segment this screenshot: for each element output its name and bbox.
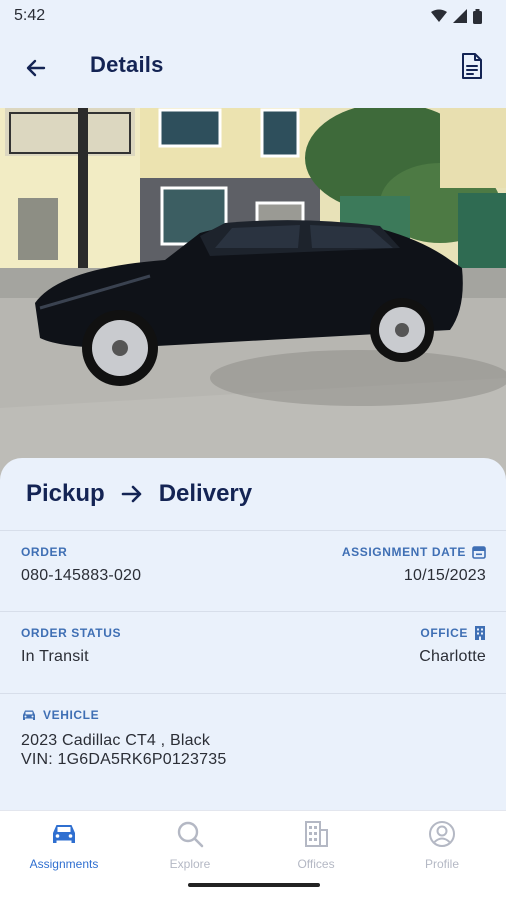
details-sheet: Pickup Delivery ORDER 080-145883-020 ASS… [0, 458, 506, 810]
order-status-value: In Transit [21, 648, 89, 665]
nav-item-profile[interactable]: Profile [379, 819, 505, 871]
assignment-date-label: ASSIGNMENT DATE [342, 545, 486, 559]
car-small-icon [23, 710, 35, 720]
building-icon [305, 821, 328, 847]
assignment-date-label-text: ASSIGNMENT DATE [341, 545, 466, 559]
route-header: Pickup Delivery [26, 480, 252, 508]
vehicle-label-text: VEHICLE [43, 708, 100, 722]
building-small-icon [475, 626, 485, 640]
vehicle-description: 2023 Cadillac CT4 , Black [21, 732, 211, 749]
status-bar: 5:42 [0, 0, 506, 32]
order-value: 080-145883-020 [21, 567, 142, 584]
office-label: OFFICE [419, 626, 486, 640]
order-status-label: ORDER STATUS [21, 626, 122, 640]
car-icon [53, 825, 75, 843]
nav-item-assignments[interactable]: Assignments [1, 819, 127, 871]
arrow-right-icon [121, 485, 142, 503]
home-indicator[interactable] [188, 883, 320, 887]
search-icon [177, 821, 204, 848]
nav-label-offices: Offices [297, 857, 335, 871]
signal-icon [453, 9, 467, 23]
nav-item-offices[interactable]: Offices [253, 819, 379, 871]
document-icon [462, 53, 482, 79]
nav-label-profile: Profile [424, 857, 459, 871]
nav-label-explore: Explore [169, 857, 211, 871]
order-row: ORDER 080-145883-020 ASSIGNMENT DATE 10/… [0, 530, 506, 611]
status-office-row: ORDER STATUS In Transit OFFICE Charlotte [0, 611, 506, 693]
back-button[interactable] [14, 46, 58, 90]
status-time: 5:42 [14, 7, 46, 24]
office-label-text: OFFICE [420, 626, 468, 640]
battery-icon [473, 8, 482, 24]
status-icons [431, 8, 482, 24]
document-button[interactable] [450, 44, 494, 88]
vehicle-label: VEHICLE [21, 708, 226, 722]
calendar-icon [472, 546, 486, 559]
vehicle-vin: VIN: 1G6DA5RK6P0123735 [21, 751, 227, 768]
assignment-date-value: 10/15/2023 [403, 567, 486, 584]
route-from: Pickup [26, 480, 105, 507]
profile-icon [429, 821, 455, 847]
wifi-icon [431, 9, 447, 22]
page-title: Details [90, 52, 164, 77]
vehicle-row: VEHICLE 2023 Cadillac CT4 , Black VIN: 1… [0, 693, 506, 810]
route-to: Delivery [158, 480, 253, 507]
vehicle-photo [0, 108, 506, 480]
nav-item-explore[interactable]: Explore [127, 819, 253, 871]
nav-label-assignments: Assignments [29, 857, 99, 871]
order-label: ORDER [21, 545, 68, 559]
app-bar: Details [0, 32, 506, 108]
office-value: Charlotte [419, 648, 486, 665]
arrow-left-icon [26, 59, 46, 77]
